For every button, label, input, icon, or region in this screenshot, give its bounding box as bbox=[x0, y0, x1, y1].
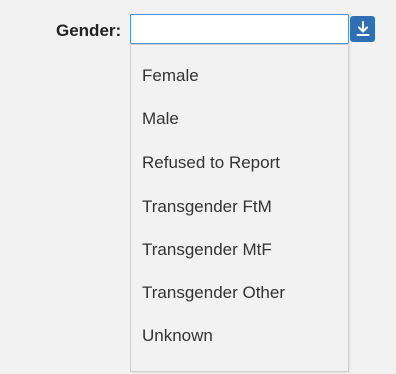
option-transgender-other[interactable]: Transgender Other bbox=[131, 278, 348, 308]
gender-options-list: Female Male Refused to Report Transgende… bbox=[130, 44, 349, 372]
option-unknown[interactable]: Unknown bbox=[131, 321, 348, 351]
gender-input[interactable] bbox=[130, 14, 349, 44]
option-transgender-ftm[interactable]: Transgender FtM bbox=[131, 192, 348, 222]
option-female[interactable]: Female bbox=[131, 61, 348, 91]
option-male[interactable]: Male bbox=[131, 104, 348, 134]
gender-field: Gender: Female Male Refused to Report Tr… bbox=[0, 0, 396, 374]
dropdown-toggle-button[interactable] bbox=[350, 16, 375, 42]
download-arrow-icon bbox=[356, 21, 369, 36]
option-transgender-mtf[interactable]: Transgender MtF bbox=[131, 235, 348, 265]
option-refused-to-report[interactable]: Refused to Report bbox=[131, 148, 348, 178]
gender-label: Gender: bbox=[56, 21, 122, 40]
